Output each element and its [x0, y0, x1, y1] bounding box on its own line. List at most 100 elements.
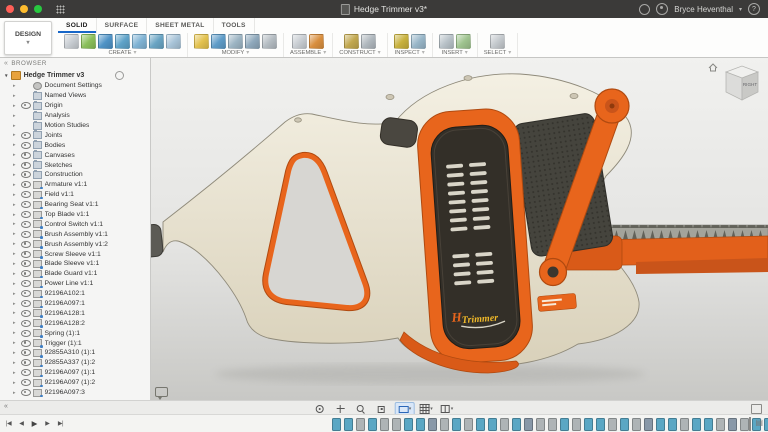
toolbar-icon[interactable]	[115, 34, 130, 49]
tree-row[interactable]: ▸ 92196A128:2	[0, 318, 150, 328]
lock-switch[interactable]	[379, 117, 418, 149]
timeline-options-icon[interactable]: ▤	[755, 419, 763, 427]
toolbar-icon[interactable]	[166, 34, 181, 49]
toolbar-icon[interactable]	[439, 34, 454, 49]
visibility-eye-icon[interactable]	[21, 132, 31, 139]
disclosure-arrow-icon[interactable]: ▸	[13, 360, 18, 366]
visibility-eye-icon[interactable]	[21, 369, 31, 376]
group-dropdown-modify[interactable]: MODIFY▾	[222, 49, 250, 56]
timeline-feature-tick[interactable]	[764, 418, 768, 431]
tree-row[interactable]: ▸ 92196A097 (1):1	[0, 368, 150, 378]
tree-row[interactable]: ▸ Brush Assembly v1:1	[0, 229, 150, 239]
user-menu-caret-icon[interactable]: ▾	[739, 6, 742, 13]
tree-row[interactable]: ▸ 92196A097:1	[0, 299, 150, 309]
help-icon[interactable]: ?	[748, 3, 760, 15]
disclosure-arrow-icon[interactable]: ▸	[13, 192, 18, 198]
timeline-feature-tick[interactable]	[620, 418, 629, 431]
toolbar-icon[interactable]	[361, 34, 376, 49]
disclosure-arrow-icon[interactable]: ▸	[13, 271, 18, 277]
timeline-playback-button[interactable]	[16, 417, 27, 430]
timeline-feature-tick[interactable]	[596, 418, 605, 431]
timeline-feature-tick[interactable]	[356, 418, 365, 431]
timeline-feature-tick[interactable]	[416, 418, 425, 431]
hedge-trimmer-model[interactable]: H Trimmer	[150, 57, 768, 400]
disclosure-arrow-icon[interactable]: ▸	[13, 350, 18, 356]
workspace-tab[interactable]: TOOLS	[214, 18, 255, 33]
visibility-eye-icon[interactable]	[21, 241, 31, 248]
group-dropdown-select[interactable]: SELECT▾	[484, 49, 512, 56]
viewcube-home-icon[interactable]	[709, 64, 717, 71]
visibility-eye-icon[interactable]	[21, 231, 31, 238]
disclosure-arrow-icon[interactable]: ▸	[13, 202, 18, 208]
disclosure-arrow-icon[interactable]: ▸	[13, 93, 18, 99]
visibility-eye-icon[interactable]	[21, 379, 31, 386]
tree-row[interactable]: ▸ 92196A097 (1):2	[0, 378, 150, 388]
tree-row[interactable]: ▸ Bearing Seat v1:1	[0, 200, 150, 210]
toolbar-icon[interactable]	[262, 34, 277, 49]
nav-caret-icon[interactable]: ▾	[409, 406, 412, 412]
visibility-eye-icon[interactable]	[21, 102, 31, 109]
window-close-button[interactable]	[6, 5, 14, 13]
tree-row[interactable]: ▸ Screw Sleeve v1:1	[0, 249, 150, 259]
disclosure-arrow-icon[interactable]: ▸	[13, 320, 18, 326]
visibility-eye-icon[interactable]	[21, 162, 31, 169]
disclosure-arrow-icon[interactable]: ▸	[13, 231, 18, 237]
tree-row[interactable]: ▸ Named Views	[0, 91, 150, 101]
disclosure-arrow-icon[interactable]: ▸	[13, 241, 18, 247]
root-status-icon[interactable]	[115, 71, 124, 80]
timeline-feature-tick[interactable]	[728, 418, 737, 431]
disclosure-arrow-icon[interactable]: ▸	[13, 152, 18, 158]
timeline-feature-tick[interactable]	[608, 418, 617, 431]
comments-icon[interactable]	[155, 387, 168, 397]
timeline-feature-tick[interactable]	[476, 418, 485, 431]
toolbar-icon[interactable]	[292, 34, 307, 49]
tree-row[interactable]: ▸ Field v1:1	[0, 190, 150, 200]
3d-viewport[interactable]: H Trimmer	[150, 57, 768, 400]
group-dropdown-construct[interactable]: CONSTRUCT▾	[339, 49, 380, 56]
timeline-playback-button[interactable]	[3, 417, 14, 430]
tree-row[interactable]: ▸ Blade Guard v1:1	[0, 269, 150, 279]
tree-row[interactable]: ▸ Motion Studies	[0, 121, 150, 131]
timeline-feature-tick[interactable]	[548, 418, 557, 431]
visibility-eye-icon[interactable]	[21, 290, 31, 297]
group-dropdown-insert[interactable]: INSERT▾	[442, 49, 468, 56]
timeline-feature-tick[interactable]	[464, 418, 473, 431]
visibility-eye-icon[interactable]	[21, 310, 31, 317]
disclosure-arrow-icon[interactable]: ▸	[13, 310, 18, 316]
toolbar-icon[interactable]	[394, 34, 409, 49]
timeline-feature-tick[interactable]	[584, 418, 593, 431]
visibility-eye-icon[interactable]	[21, 171, 31, 178]
tree-row[interactable]: ▸ Joints	[0, 130, 150, 140]
timeline-feature-tick[interactable]	[452, 418, 461, 431]
tree-row[interactable]: ▸ Bodies	[0, 140, 150, 150]
browser-collapse-icon[interactable]: «	[4, 60, 8, 67]
disclosure-arrow-icon[interactable]: ▸	[13, 380, 18, 386]
timeline-feature-tick[interactable]	[428, 418, 437, 431]
vent-panel[interactable]: H Trimmer	[415, 107, 534, 366]
toolbar-icon[interactable]	[132, 34, 147, 49]
disclosure-arrow-icon[interactable]: ▸	[13, 281, 18, 287]
browser-root-row[interactable]: ▾ Hedge Trimmer v3	[0, 70, 150, 81]
toolbar-icon[interactable]	[81, 34, 96, 49]
timeline-feature-tick[interactable]	[536, 418, 545, 431]
navbar-overflow-icon[interactable]	[751, 404, 762, 414]
visibility-eye-icon[interactable]	[21, 191, 31, 198]
disclosure-arrow-icon[interactable]: ▸	[13, 182, 18, 188]
timeline-playhead[interactable]	[749, 417, 751, 431]
timeline-feature-tick[interactable]	[512, 418, 521, 431]
toolbar-icon[interactable]	[490, 34, 505, 49]
disclosure-arrow-icon[interactable]: ▸	[13, 251, 18, 257]
tree-row[interactable]: ▸ 92196A097:3	[0, 388, 150, 398]
tree-row[interactable]: ▸ Control Switch v1:1	[0, 219, 150, 229]
group-dropdown-assemble[interactable]: ASSEMBLE▾	[290, 49, 326, 56]
panel-collapse-icon[interactable]: «	[4, 403, 8, 410]
visibility-eye-icon[interactable]	[21, 349, 31, 356]
timeline-feature-tick[interactable]	[692, 418, 701, 431]
visibility-eye-icon[interactable]	[21, 221, 31, 228]
toolbar-icon[interactable]	[64, 34, 79, 49]
toolbar-icon[interactable]	[194, 34, 209, 49]
visibility-eye-icon[interactable]	[21, 359, 31, 366]
tree-row[interactable]: ▸ Top Blade v1:1	[0, 210, 150, 220]
tree-row[interactable]: ▸ 92196A102:1	[0, 289, 150, 299]
timeline-feature-tick[interactable]	[740, 418, 749, 431]
